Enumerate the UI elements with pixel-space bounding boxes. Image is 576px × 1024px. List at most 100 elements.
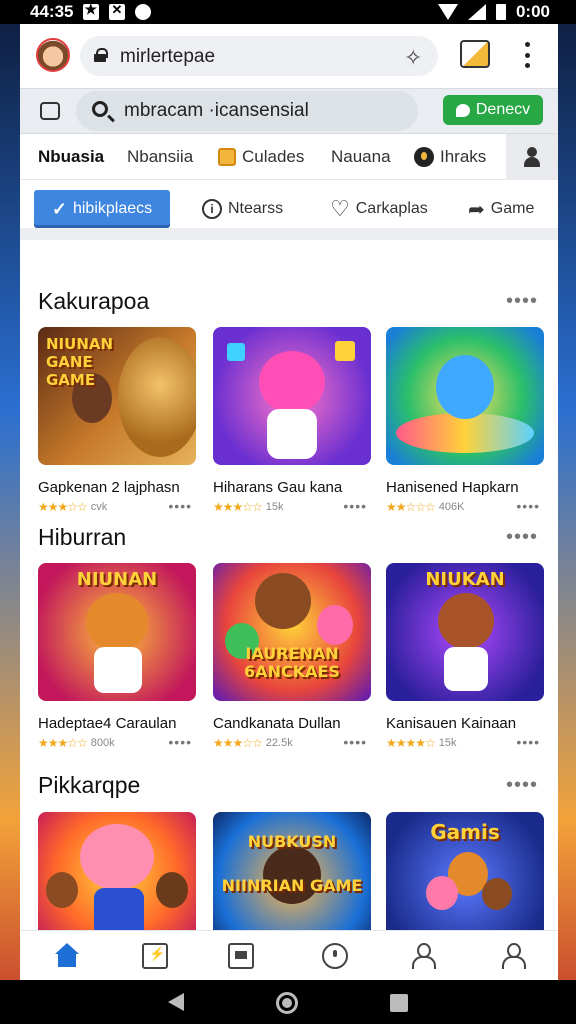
pin-icon xyxy=(414,147,434,167)
tab-culades[interactable]: Culades xyxy=(218,147,304,167)
info-icon: i xyxy=(202,199,222,219)
tab-nbansiia[interactable]: Nbansiia xyxy=(127,147,193,167)
filter-chip[interactable]: ♡ Carkaplas xyxy=(330,190,428,228)
game-card[interactable] xyxy=(38,812,196,930)
card-title: Hiharans Gau kana xyxy=(213,479,343,496)
card-count: 15k xyxy=(265,501,284,513)
card-more-button[interactable]: •••• xyxy=(516,734,540,750)
game-card[interactable]: NIUNAN GANE GAME Gapkenan 2 lajphasn ★★★… xyxy=(38,327,196,514)
section-title: Kakurapoa xyxy=(38,288,150,314)
game-card[interactable]: NIUKAN Kanisauen Kainaan ★★★★☆ 15k •••• xyxy=(386,563,544,750)
filter-label: hibikplaecs xyxy=(72,200,153,217)
signal-icon xyxy=(467,4,486,20)
avatar[interactable] xyxy=(36,38,70,72)
profile-icon[interactable] xyxy=(500,943,526,969)
card-more-button[interactable]: •••• xyxy=(516,498,540,514)
card-title: Hadeptae4 Caraulan xyxy=(38,715,177,732)
card-title: Kanisauen Kainaan xyxy=(386,715,517,732)
user-icon[interactable] xyxy=(410,943,436,969)
status-bar: 44:35 0:00 xyxy=(0,0,576,24)
square-icon[interactable] xyxy=(228,943,254,969)
thumbnail-text: NIUNAN GANE GAME xyxy=(46,335,114,389)
game-thumbnail: NIUNAN xyxy=(38,563,196,701)
game-card[interactable]: Hanisened Hapkarn ★★☆☆☆ 406K •••• xyxy=(386,327,544,514)
more-menu-icon[interactable] xyxy=(520,42,534,68)
game-card[interactable]: Gamis xyxy=(386,812,544,930)
card-count: 800k xyxy=(90,737,115,749)
card-meta: ★★★★☆ 15k •••• xyxy=(386,734,544,750)
card-meta: ★★★☆☆ 22.5k •••• xyxy=(213,734,371,750)
section-more-button[interactable]: •••• xyxy=(506,290,538,313)
rating-stars: ★★★☆☆ xyxy=(38,500,88,514)
square-icon xyxy=(218,148,236,166)
person-icon xyxy=(524,147,540,167)
back-icon[interactable] xyxy=(168,993,184,1011)
tabs-icon[interactable] xyxy=(40,102,60,120)
section-more-button[interactable]: •••• xyxy=(506,526,538,549)
share-icon: ➦ xyxy=(468,198,485,221)
content-feed: Kakurapoa •••• NIUNAN GANE GAME Gapkenan… xyxy=(20,240,558,930)
app-notification-icon xyxy=(135,4,152,20)
heart-icon: ♡ xyxy=(330,196,350,221)
game-thumbnail xyxy=(38,812,196,930)
filter-chip-active[interactable]: ✓ hibikplaecs xyxy=(34,190,170,228)
card-more-button[interactable]: •••• xyxy=(343,734,367,750)
category-tabs: Nbuasia Nbansiia Culades Nauana Ihraks xyxy=(20,134,558,180)
status-time: 44:35 xyxy=(30,2,74,21)
game-thumbnail: IAURENAN 6ANCKAES xyxy=(213,563,371,701)
card-more-button[interactable]: •••• xyxy=(168,498,192,514)
action-button[interactable]: Denecv xyxy=(443,95,543,125)
tab-nauana[interactable]: Nauana xyxy=(331,147,391,167)
section-more-button[interactable]: •••• xyxy=(506,774,538,797)
card-title: Gapkenan 2 lajphasn xyxy=(38,479,180,496)
card-count: 15k xyxy=(438,737,457,749)
system-nav-bar xyxy=(0,980,576,1024)
recents-icon[interactable] xyxy=(390,994,408,1012)
url-bar: mirlertepae ✧ xyxy=(20,24,558,88)
filter-label: Ntearss xyxy=(228,200,284,217)
thumbnail-text: NIUNAN xyxy=(76,569,158,590)
filter-chip[interactable]: ➦ Game xyxy=(468,190,534,228)
address-field[interactable]: mirlertepae ✧ xyxy=(80,36,438,76)
search-text: mbracam ·icansensial xyxy=(124,100,309,121)
filter-chip[interactable]: i Ntearss xyxy=(202,190,283,228)
tab-nbuasia[interactable]: Nbuasia xyxy=(38,147,104,167)
card-more-button[interactable]: •••• xyxy=(168,734,192,750)
face-icon[interactable] xyxy=(322,943,348,969)
tab-label: Ihraks xyxy=(440,147,487,166)
game-card[interactable]: NIUNAN Hadeptae4 Caraulan ★★★☆☆ 800k •••… xyxy=(38,563,196,750)
card-count: 406K xyxy=(438,501,465,513)
game-card[interactable]: NUBKUSN NIINRIAN GAME xyxy=(213,812,371,930)
game-thumbnail xyxy=(386,327,544,465)
game-card[interactable]: IAURENAN 6ANCKAES Candkanata Dullan ★★★☆… xyxy=(213,563,371,750)
tab-ihraks[interactable]: Ihraks xyxy=(414,147,486,167)
bottom-nav xyxy=(20,930,558,980)
card-count: cvk xyxy=(90,501,108,513)
game-card[interactable]: Hiharans Gau kana ★★★☆☆ 15k •••• xyxy=(213,327,371,514)
rating-stars: ★★★★☆ xyxy=(386,736,436,750)
card-count: 22.5k xyxy=(265,737,293,749)
profile-icon[interactable] xyxy=(460,40,490,68)
thumbnail-text: NIUKAN xyxy=(425,569,505,590)
game-thumbnail xyxy=(213,327,371,465)
card-meta: ★★★☆☆ cvk •••• xyxy=(38,498,196,514)
tab-label: Culades xyxy=(242,147,305,166)
status-right: 0:00 xyxy=(437,2,550,22)
check-icon: ✓ xyxy=(51,198,67,219)
tab-label: Nbansiia xyxy=(127,147,194,166)
section-title: Hiburran xyxy=(38,524,127,550)
card-meta: ★★★☆☆ 15k •••• xyxy=(213,498,371,514)
puzzle-icon[interactable]: ✧ xyxy=(404,45,422,71)
search-input[interactable]: mbracam ·icansensial xyxy=(76,91,418,131)
card-meta: ★★☆☆☆ 406K •••• xyxy=(386,498,544,514)
chat-icon xyxy=(455,103,470,117)
card-meta: ★★★☆☆ 800k •••• xyxy=(38,734,196,750)
tab-user[interactable] xyxy=(506,134,558,180)
card-more-button[interactable]: •••• xyxy=(343,498,367,514)
card-title: Candkanata Dullan xyxy=(213,715,341,732)
bolt-icon[interactable] xyxy=(142,943,168,969)
home-button-icon[interactable] xyxy=(276,992,298,1014)
thumbnail-text: Gamis xyxy=(430,820,500,844)
thumbnail-text: NUBKUSN NIINRIAN GAME xyxy=(221,832,363,895)
home-icon[interactable] xyxy=(54,943,80,969)
